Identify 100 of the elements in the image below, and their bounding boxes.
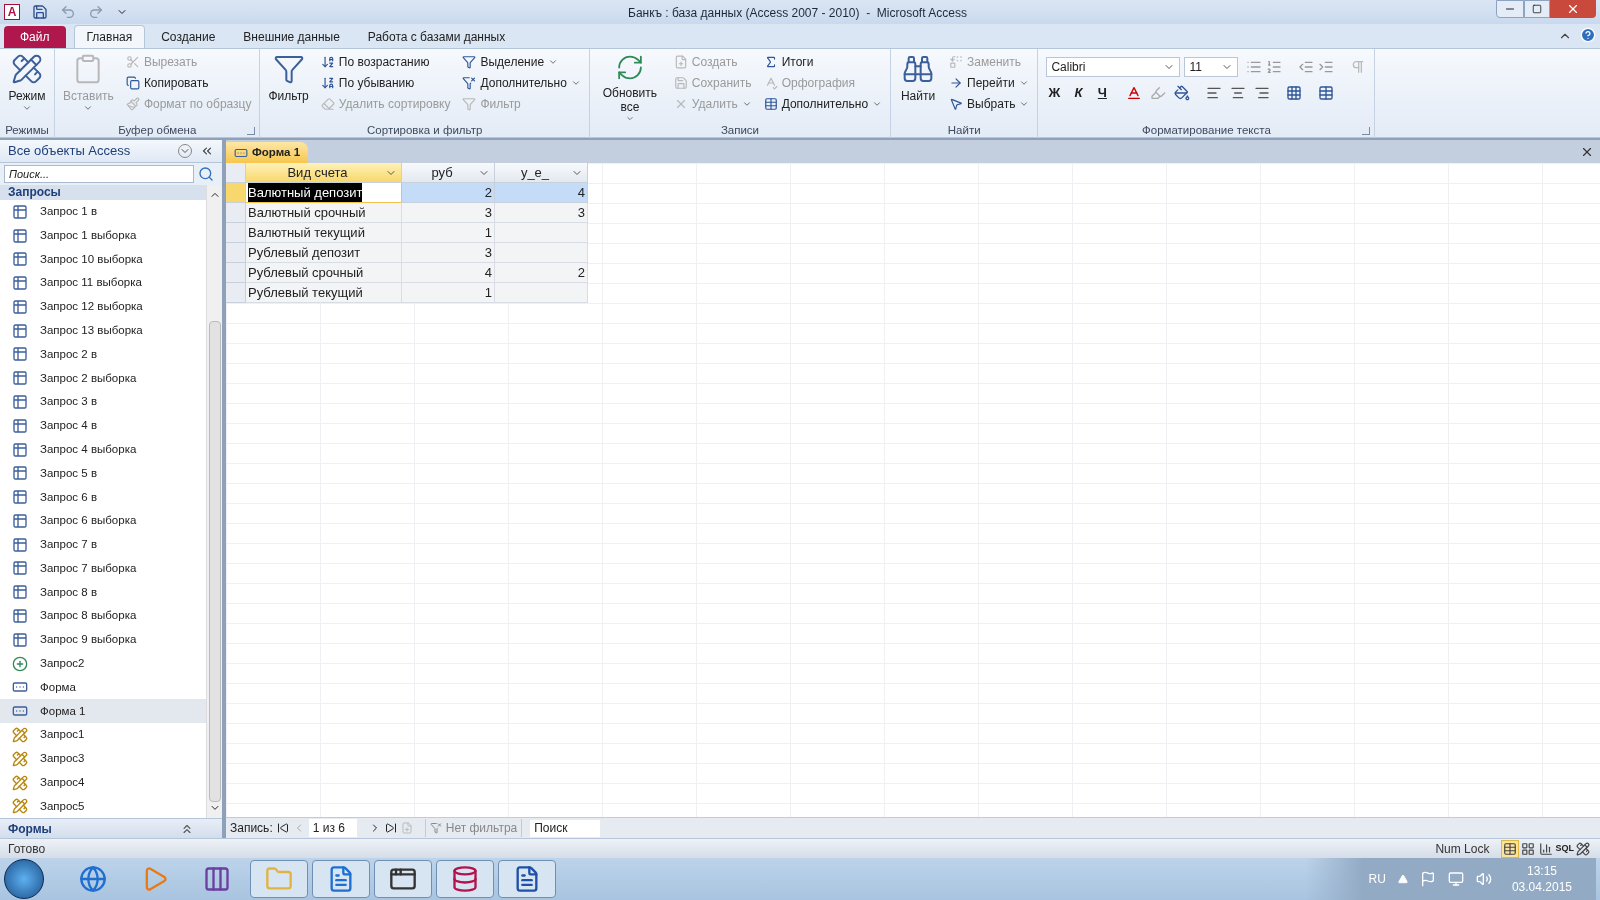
align-center-icon[interactable]	[1230, 85, 1247, 101]
nav-item[interactable]: Запрос4	[0, 770, 206, 795]
ribbon-button[interactable]: Итоги	[759, 51, 887, 72]
column-header[interactable]: руб	[402, 163, 495, 183]
nav-item[interactable]: Запрос 1 в	[0, 199, 206, 224]
table-cell[interactable]: 3	[495, 203, 588, 223]
network-icon[interactable]	[1447, 871, 1464, 887]
table-cell[interactable]: 2	[495, 263, 588, 283]
table-cell[interactable]: 4	[495, 183, 588, 203]
collapse-icon[interactable]	[200, 144, 214, 158]
nav-item[interactable]: Запрос 8 в	[0, 580, 206, 605]
help-icon[interactable]	[1580, 27, 1596, 43]
text-style-button[interactable]: Ч	[1094, 83, 1111, 103]
nav-item[interactable]: Запрос 3 в	[0, 390, 206, 414]
nav-item[interactable]: Запрос 9 выборка	[0, 627, 206, 652]
ribbon-button[interactable]: Фильтр	[264, 49, 313, 123]
nav-item[interactable]: Запрос 2 выборка	[0, 366, 206, 391]
record-search-field[interactable]: Поиск	[530, 819, 601, 837]
nav-pane-header[interactable]: Все объекты Access	[0, 140, 222, 163]
restore-button[interactable]	[1524, 0, 1550, 18]
highlight-icon[interactable]	[1150, 85, 1167, 101]
dialog-launcher-icon[interactable]	[247, 127, 256, 135]
font-size-field[interactable]: 11	[1184, 57, 1239, 77]
nav-item[interactable]: Запрос 4 в	[0, 413, 206, 438]
ribbon-button[interactable]: Найти	[895, 49, 942, 123]
nav-item[interactable]: Запрос 5 в	[0, 461, 206, 486]
ribbon-button[interactable]: Режим	[4, 49, 50, 123]
show-hidden-icon[interactable]	[1397, 874, 1408, 884]
ribbon-button[interactable]: Копировать	[121, 72, 256, 93]
align-right-icon[interactable]	[1254, 85, 1271, 101]
text-style-button[interactable]: К	[1070, 83, 1087, 103]
close-icon[interactable]	[1580, 145, 1594, 159]
record-position-field[interactable]: 1 из 6	[308, 819, 357, 837]
column-header[interactable]: у_е_	[495, 163, 588, 183]
indent-decrease-icon[interactable]	[1298, 59, 1315, 75]
font-field[interactable]: Calibri	[1046, 57, 1181, 77]
nav-item[interactable]: Запрос 4 выборка	[0, 437, 206, 462]
nav-item[interactable]: Запрос 13 выборка	[0, 318, 206, 343]
nav-item[interactable]: Запрос3	[0, 746, 206, 771]
start-button[interactable]	[4, 859, 44, 899]
search-icon[interactable]	[198, 166, 214, 182]
ribbon-tab[interactable]: Главная	[73, 25, 146, 48]
bullet-list-icon[interactable]	[1246, 59, 1263, 75]
document-tab[interactable]: Форма 1	[226, 142, 309, 163]
text-style-button[interactable]: Ж	[1046, 83, 1063, 103]
ribbon-tab[interactable]: Работа с базами данных	[355, 26, 518, 48]
dialog-launcher-icon[interactable]	[1362, 127, 1371, 135]
ribbon-button[interactable]: Выделение	[458, 51, 585, 72]
ribbon-button[interactable]: По возрастанию	[316, 51, 455, 72]
nav-item[interactable]: Запрос1	[0, 723, 206, 747]
undo-icon[interactable]	[60, 4, 76, 20]
table-cell[interactable]: Валютный текущий	[246, 223, 402, 243]
align-left-icon[interactable]	[1206, 85, 1223, 101]
ribbon-button[interactable]: Дополнительно	[759, 93, 887, 114]
nav-item[interactable]: Форма	[0, 675, 206, 700]
nav-item[interactable]: Запрос 2 в	[0, 342, 206, 367]
view-button[interactable]	[1501, 839, 1520, 858]
nav-item[interactable]: Форма 1	[0, 699, 206, 724]
scrollbar[interactable]	[206, 185, 222, 818]
table-cell[interactable]: Валютный депозит	[246, 183, 402, 203]
ribbon-button[interactable]: Обновить все	[593, 49, 666, 123]
numbered-list-icon[interactable]	[1266, 59, 1283, 75]
table-cell[interactable]	[495, 223, 588, 243]
taskbar-app[interactable]	[374, 860, 432, 898]
gridlines-icon[interactable]	[1286, 85, 1303, 101]
view-button[interactable]	[1574, 839, 1592, 858]
view-button[interactable]: SQL	[1555, 839, 1574, 858]
nav-item[interactable]: Запрос 8 выборка	[0, 604, 206, 628]
nav-item[interactable]: Запрос 10 выборка	[0, 247, 206, 272]
table-cell[interactable]	[495, 243, 588, 263]
table-cell[interactable]: 2	[402, 183, 495, 203]
table-cell[interactable]: 3	[402, 243, 495, 263]
table-cell[interactable]: Валютный срочный	[246, 203, 402, 223]
table-cell[interactable]: 1	[402, 223, 495, 243]
nav-item[interactable]: Запрос 7 в	[0, 532, 206, 557]
ribbon-tab[interactable]: Внешние данные	[231, 26, 352, 48]
table-cell[interactable]: Рублевый текущий	[246, 283, 402, 303]
taskbar-app[interactable]	[436, 860, 494, 898]
redo-icon[interactable]	[88, 4, 104, 20]
indent-increase-icon[interactable]	[1318, 59, 1335, 75]
nav-item[interactable]: Запрос 6 выборка	[0, 509, 206, 533]
row-color-icon[interactable]	[1318, 85, 1335, 101]
minimize-button[interactable]	[1496, 0, 1524, 18]
taskbar-app[interactable]	[498, 860, 556, 898]
last-record-icon[interactable]	[384, 822, 397, 834]
volume-icon[interactable]	[1475, 871, 1492, 887]
ribbon-button[interactable]: Выбрать	[945, 93, 1034, 114]
table-cell[interactable]: Рублевый срочный	[246, 263, 402, 283]
table-cell[interactable]: 4	[402, 263, 495, 283]
group-footer[interactable]: Формы	[0, 818, 222, 838]
scroll-thumb[interactable]	[208, 320, 221, 803]
ribbon-button[interactable]: Перейти	[945, 72, 1034, 93]
close-button[interactable]	[1550, 0, 1596, 18]
column-header[interactable]: Вид счета	[246, 163, 402, 183]
save-icon[interactable]	[32, 4, 48, 20]
nav-item[interactable]: Запрос2	[0, 651, 206, 676]
table-cell[interactable]	[495, 283, 588, 303]
group-header[interactable]: Запросы	[0, 185, 206, 200]
nav-item[interactable]: Запрос 12 выборка	[0, 295, 206, 319]
ribbon-button[interactable]: По убыванию	[316, 72, 455, 93]
